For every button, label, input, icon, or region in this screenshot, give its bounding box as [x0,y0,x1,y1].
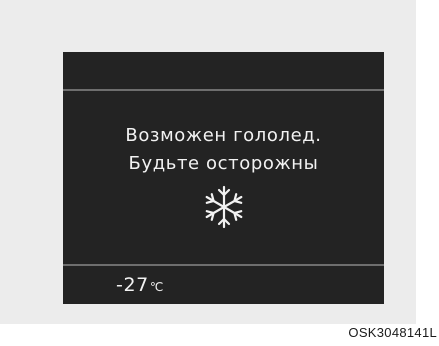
temperature-unit: ℃ [149,280,164,294]
message-line-2: Будьте осторожны [128,153,319,174]
figure-code: OSK3048141L [348,325,437,340]
bottom-divider [63,264,384,266]
top-divider [63,89,384,91]
ice-warning-message: Возможен гололед. Будьте осторожны [63,122,384,178]
temperature-value: -27 [116,274,149,296]
illustration-panel: Возможен гололед. Будьте осторожны -27℃ [0,0,416,324]
snowflake-icon [205,185,243,229]
display-top-bar [63,52,384,89]
cluster-display: Возможен гололед. Будьте осторожны -27℃ [63,52,384,304]
outside-temperature: -27℃ [116,273,163,299]
message-line-1: Возможен гололед. [125,125,322,146]
